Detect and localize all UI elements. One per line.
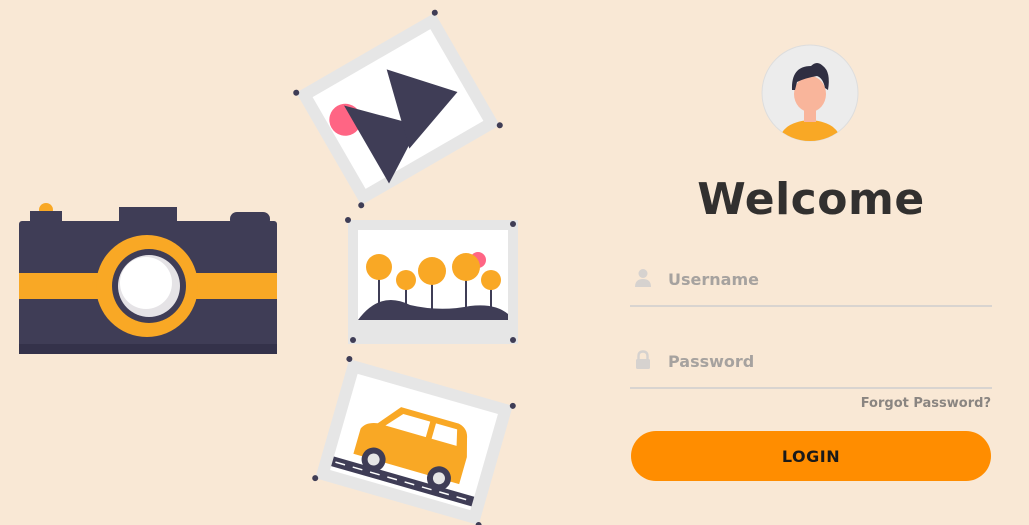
user-avatar-icon <box>761 44 859 142</box>
username-input[interactable] <box>666 263 990 295</box>
camera-photos-illustration <box>19 9 518 525</box>
username-field <box>630 259 992 307</box>
trees-photo <box>345 217 518 344</box>
forgot-password-link[interactable]: Forgot Password? <box>861 396 991 411</box>
camera-icon <box>19 203 277 354</box>
password-input[interactable] <box>666 345 990 377</box>
mountain-photo <box>293 9 503 209</box>
login-button[interactable]: LOGIN <box>631 431 991 481</box>
user-icon <box>635 269 651 287</box>
car-photo <box>312 355 516 525</box>
login-form: Welcome Forgot Password? LOGIN <box>630 0 992 525</box>
password-field <box>630 341 992 389</box>
lock-icon <box>636 350 650 369</box>
welcome-title: Welcome <box>697 174 925 225</box>
